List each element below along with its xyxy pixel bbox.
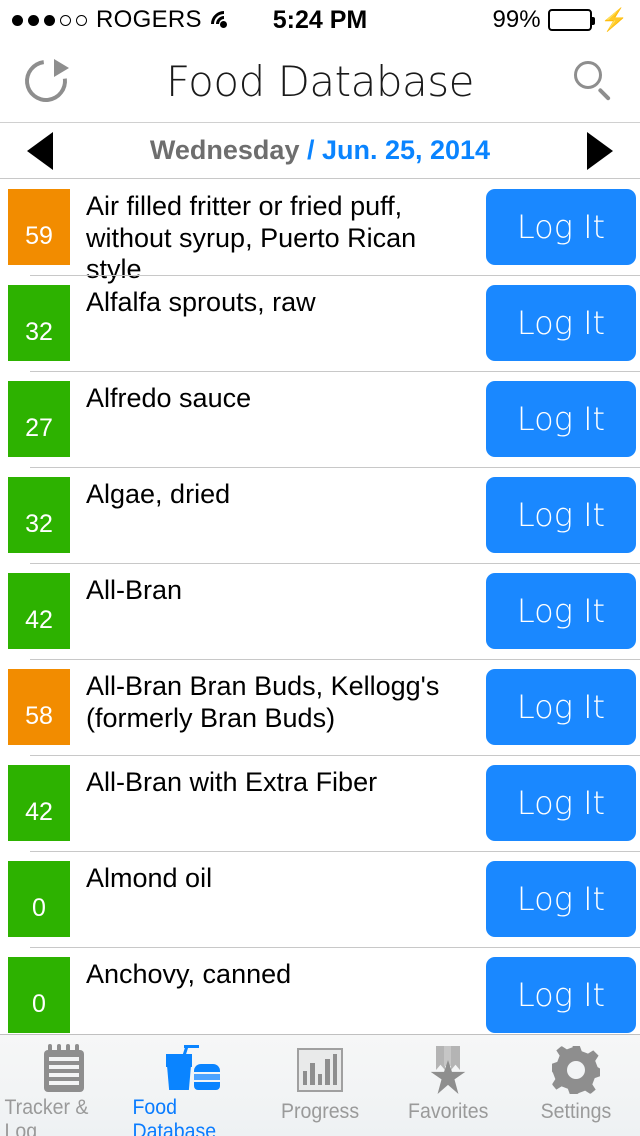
search-icon (572, 59, 616, 103)
tab-label: Progress (280, 1100, 360, 1123)
log-it-button[interactable]: Log It (486, 189, 636, 265)
food-list[interactable]: 59 Air filled fritter or fried puff, with… (0, 179, 640, 1034)
tab-label: Settings (540, 1100, 612, 1123)
food-name-label: All-Bran Bran Buds, Kellogg's (formerly … (86, 671, 440, 733)
lightning-bolt-icon: ⚡ (600, 7, 628, 32)
app-root: ROGERS 5:24 PM 99% ⚡ Food Database Wedne… (0, 0, 640, 1136)
log-it-button[interactable]: Log It (486, 477, 636, 553)
triangle-right-icon (586, 131, 613, 170)
food-name-label: Alfalfa sprouts, raw (86, 287, 316, 317)
food-score-badge: 32 (8, 285, 70, 361)
tab-tracker-log[interactable]: Tracker & Log (0, 1035, 128, 1136)
tab-label: Tracker & Log (4, 1096, 89, 1136)
table-row[interactable]: 42 All-Bran Log It (0, 563, 640, 659)
table-row[interactable]: 32 Algae, dried Log It (0, 467, 640, 563)
food-name-label: All-Bran with Extra Fiber (86, 767, 378, 797)
table-row[interactable]: 42 All-Bran with Extra Fiber Log It (0, 755, 640, 851)
refresh-button[interactable] (0, 40, 92, 123)
date-weekday: Wednesday (149, 135, 300, 165)
drink-food-icon (164, 1044, 220, 1092)
food-name-label: Algae, dried (86, 479, 231, 509)
table-row[interactable]: 32 Alfalfa sprouts, raw Log It (0, 275, 640, 371)
log-it-button[interactable]: Log It (486, 861, 636, 937)
status-bar-right: 99% ⚡ (493, 6, 628, 34)
food-score-badge: 42 (8, 765, 70, 841)
tab-label: Food Database (132, 1096, 217, 1136)
tab-food-database[interactable]: Food Database (128, 1035, 256, 1136)
table-row[interactable]: 0 Anchovy, canned Log It (0, 947, 640, 1034)
food-name-label: Air filled fritter or fried puff, withou… (86, 191, 417, 285)
tab-bar: Tracker & Log Food Database Progress Favori… (0, 1034, 640, 1136)
food-score-badge: 58 (8, 669, 70, 745)
battery-icon (547, 9, 595, 31)
food-score-badge: 0 (8, 861, 70, 937)
log-it-button[interactable]: Log It (486, 957, 636, 1033)
notepad-icon (44, 1044, 84, 1092)
triangle-left-icon (27, 131, 53, 170)
food-name-label: Almond oil (86, 863, 213, 893)
food-score-badge: 27 (8, 381, 70, 457)
current-date-label[interactable]: Wednesday / Jun. 25, 2014 (150, 135, 490, 166)
page-title: Food Database (166, 56, 474, 106)
food-score-badge: 42 (8, 573, 70, 649)
log-it-button[interactable]: Log It (486, 573, 636, 649)
log-it-button[interactable]: Log It (486, 285, 636, 361)
log-it-button[interactable]: Log It (486, 669, 636, 745)
star-medal-icon (424, 1044, 472, 1096)
search-button[interactable] (548, 40, 640, 123)
food-name-label: Anchovy, canned (86, 959, 292, 989)
food-score-badge: 59 (8, 189, 70, 265)
date-navigation-bar: Wednesday / Jun. 25, 2014 (0, 123, 640, 179)
tab-progress[interactable]: Progress (256, 1035, 384, 1136)
tab-favorites[interactable]: Favorites (384, 1035, 512, 1136)
date-value: / Jun. 25, 2014 (299, 135, 491, 165)
log-it-button[interactable]: Log It (486, 381, 636, 457)
next-day-button[interactable] (574, 123, 626, 179)
food-score-badge: 0 (8, 957, 70, 1033)
status-bar: ROGERS 5:24 PM 99% ⚡ (0, 0, 640, 43)
navigation-bar: Food Database (0, 40, 640, 123)
battery-percent: 99% (492, 6, 541, 33)
tab-settings[interactable]: Settings (512, 1035, 640, 1136)
table-row[interactable]: 27 Alfredo sauce Log It (0, 371, 640, 467)
table-row[interactable]: 58 All-Bran Bran Buds, Kellogg's (formerl… (0, 659, 640, 755)
refresh-icon (16, 51, 76, 111)
log-it-button[interactable]: Log It (486, 765, 636, 841)
food-name-label: All-Bran (86, 575, 183, 605)
tab-label: Favorites (407, 1100, 489, 1123)
table-row[interactable]: 0 Almond oil Log It (0, 851, 640, 947)
gear-icon (552, 1044, 600, 1096)
food-name-label: Alfredo sauce (86, 383, 252, 413)
food-score-badge: 32 (8, 477, 70, 553)
table-row[interactable]: 59 Air filled fritter or fried puff, with… (0, 179, 640, 284)
previous-day-button[interactable] (14, 123, 66, 179)
bar-chart-icon (297, 1044, 343, 1096)
